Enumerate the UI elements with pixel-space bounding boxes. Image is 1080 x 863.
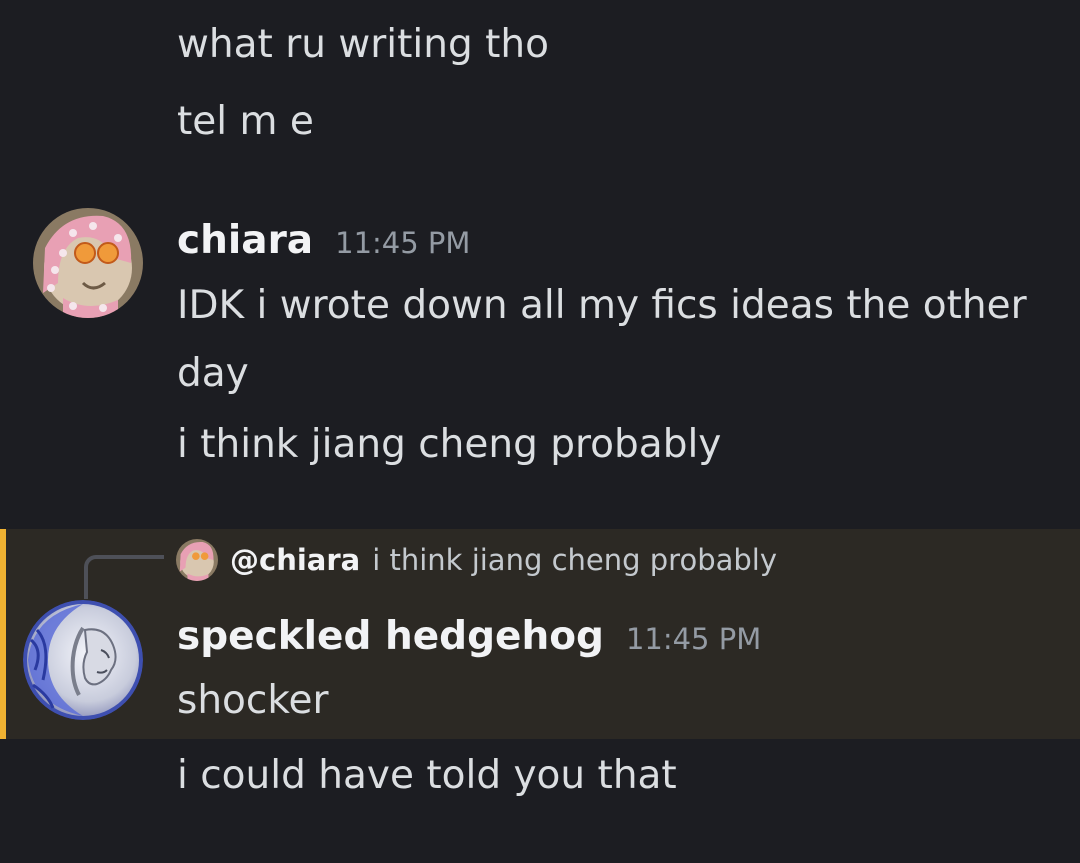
message-text: IDK i wrote down all my fics ideas the o…: [177, 283, 1027, 396]
portrait-moon-avatar-icon: [23, 600, 143, 720]
message-text: shocker: [177, 678, 329, 723]
reply-spine: [84, 555, 164, 599]
cat-avatar-icon: [176, 539, 218, 581]
reply-avatar: [176, 539, 218, 581]
timestamp: 11:45 PM: [335, 226, 471, 260]
message-header: speckled hedgehog 11:45 PM: [177, 614, 761, 659]
message-text: i think jiang cheng probably: [177, 422, 722, 467]
message-text: tel m e: [177, 99, 314, 144]
username[interactable]: chiara: [177, 218, 313, 263]
reply-mention[interactable]: @chiara: [230, 543, 360, 577]
message-text: what ru writing tho: [177, 22, 549, 67]
username[interactable]: speckled hedgehog: [177, 614, 604, 659]
message-header: chiara 11:45 PM: [177, 218, 470, 263]
message-text: i could have told you that: [177, 753, 677, 798]
hedgehog-avatar[interactable]: [23, 600, 143, 720]
reply-quoted-text[interactable]: i think jiang cheng probably: [372, 543, 777, 577]
reply-preview[interactable]: @chiara i think jiang cheng probably: [176, 537, 777, 583]
timestamp: 11:45 PM: [625, 622, 762, 656]
chiara-avatar[interactable]: [33, 208, 143, 318]
highlight-bar: [0, 529, 6, 739]
cat-avatar-icon: [33, 208, 143, 318]
